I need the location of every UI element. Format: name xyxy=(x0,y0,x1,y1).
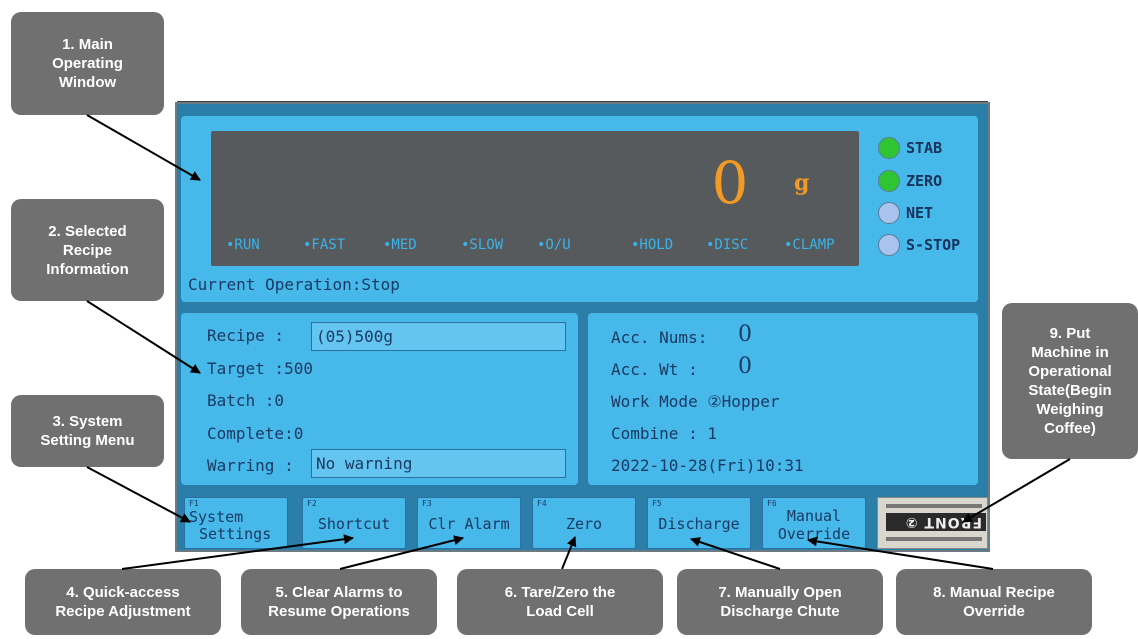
callout-arrows xyxy=(86,114,1071,570)
arrow-9 xyxy=(962,458,1071,523)
arrow-4 xyxy=(121,534,354,570)
arrow-6 xyxy=(561,536,577,570)
arrow-2 xyxy=(86,300,201,374)
arrow-3 xyxy=(86,466,191,523)
arrow-7 xyxy=(690,537,781,570)
arrow-1 xyxy=(86,114,201,181)
arrow-5 xyxy=(339,535,464,570)
arrow-8 xyxy=(807,536,994,570)
